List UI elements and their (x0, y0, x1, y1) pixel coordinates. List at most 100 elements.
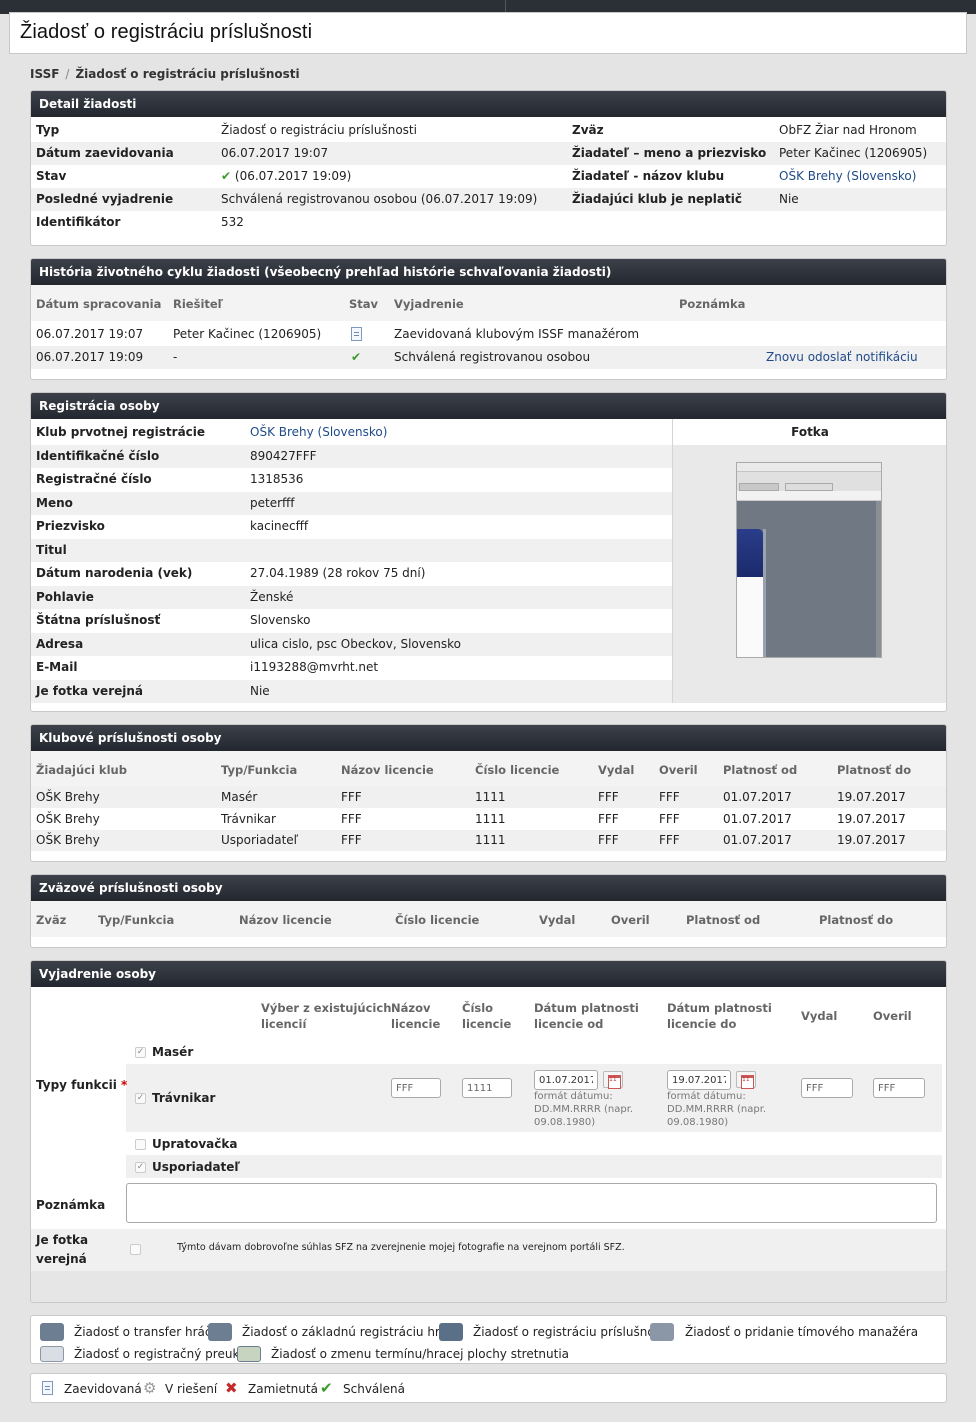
history-text: Schválená registrovanou osobou (394, 350, 591, 364)
table-cell: 01.07.2017 (723, 790, 792, 804)
column-header: Dátum spracovania (36, 297, 162, 311)
person-value: 27.04.1989 (28 rokov 75 dní) (250, 566, 426, 580)
table-cell: 1111 (475, 790, 506, 804)
detail-value: (06.07.2017 19:09) (234, 169, 352, 183)
detail-label: Žiadajúci klub je neplatič (572, 192, 742, 206)
table-cell: FFF (659, 811, 680, 826)
person-row: Je fotka verejná Nie (31, 679, 672, 703)
note-textarea[interactable] (126, 1183, 937, 1223)
person-row: Klub prvotnej registrácie OŠK Brehy (Slov… (31, 421, 672, 444)
person-row: Identifikačné číslo 890427FFF (31, 444, 672, 468)
card-icon (40, 1346, 64, 1362)
table-cell: FFF (659, 833, 680, 847)
detail-label: Zväz (572, 123, 604, 137)
breadcrumb-root[interactable]: ISSF (30, 67, 59, 81)
table-cell: Usporiadateľ (221, 833, 299, 847)
approved-check-icon: ✔ (221, 169, 232, 183)
detail-value: Schválená registrovanou osobou (06.07.20… (221, 192, 538, 206)
column-header: Platnosť do (837, 763, 912, 777)
table-row: 06.07.2017 19:07 Peter Kačinec (1206905) Z… (31, 323, 946, 346)
license-name-input[interactable] (391, 1078, 441, 1098)
table-cell: 19.07.2017 (837, 833, 906, 847)
club-memberships-panel: Klubové príslušnosti osoby Žiadajúci klu… (30, 724, 947, 862)
detail-label: Typ (36, 123, 60, 137)
license-number-input[interactable] (462, 1078, 512, 1098)
person-label: E-Mail (36, 660, 78, 674)
column-header: licencie do (667, 1017, 737, 1031)
table-cell: 1111 (475, 833, 506, 847)
club-link[interactable]: OŠK Brehy (Slovensko) (250, 421, 387, 444)
photo-public-label: Je fotka (36, 1233, 89, 1247)
person-row: Štátna príslušnosť Slovensko (31, 609, 672, 632)
column-header: Overil (659, 763, 698, 777)
person-row: Dátum narodenia (vek) 27.04.1989 (28 roko… (31, 562, 672, 585)
function-label: Upratovačka (152, 1137, 238, 1151)
person-row: Titul (31, 538, 672, 562)
person-label: Priezvisko (36, 519, 105, 533)
legend-label: Žiadosť o registráciu príslušnosti (473, 1325, 669, 1339)
calendar-icon[interactable] (736, 1071, 756, 1089)
function-checkbox-upratovacka[interactable] (135, 1139, 146, 1150)
calendar-icon[interactable] (603, 1071, 623, 1089)
column-header: Vydal (801, 1009, 838, 1023)
detail-value: 532 (221, 215, 244, 229)
verified-by-input[interactable] (873, 1078, 925, 1098)
club-header-row: Žiadajúci klub Typ/Funkcia Názov licencie Č… (31, 751, 946, 787)
column-header: Overil (611, 913, 650, 927)
person-value: Ženské (250, 589, 294, 604)
column-header: Stav (349, 297, 379, 311)
column-header: Platnosť od (723, 763, 798, 777)
function-checkbox-usporiadatel[interactable]: ✓ (135, 1162, 146, 1173)
table-row: 06.07.2017 19:09 - ✔ Schválená registrovano… (31, 346, 946, 369)
table-cell: 19.07.2017 (837, 811, 906, 826)
legend-label: V riešení (165, 1382, 218, 1396)
legend-label: Žiadosť o základnú registráciu hráča (242, 1325, 462, 1339)
column-header: Dátum platnosti (534, 1001, 639, 1015)
detail-value: Žiadosť o registráciu príslušnosti (221, 123, 417, 137)
history-date: 06.07.2017 19:07 (36, 327, 144, 341)
union-panel-header: Zväzové príslušnosti osoby (31, 875, 946, 901)
document-icon (42, 1381, 53, 1395)
applicant-club-link[interactable]: OŠK Brehy (Slovensko) (779, 165, 916, 188)
table-cell: OŠK Brehy (36, 811, 100, 826)
document-icon (351, 327, 362, 341)
table-cell: 01.07.2017 (723, 811, 792, 826)
person-row: Priezvisko kacinecfff (31, 515, 672, 538)
person-value: 890427FFF (250, 448, 317, 463)
breadcrumb-current: Žiadosť o registráciu príslušnosti (75, 67, 300, 81)
legend-label: Zamietnutá (248, 1382, 318, 1396)
person-row: Registračné číslo 1318536 (31, 468, 672, 491)
legend-label: Žiadosť o registračný preukaz (74, 1347, 253, 1361)
person-label: Klub prvotnej registrácie (36, 425, 206, 439)
valid-to-input[interactable] (667, 1070, 731, 1090)
column-header: Typ/Funkcia (98, 913, 175, 927)
team-manager-icon (650, 1323, 674, 1341)
person-label: Štátna príslušnosť (36, 613, 161, 627)
person-photo[interactable] (736, 462, 882, 658)
breadcrumb-separator: / (65, 67, 70, 81)
types-label: Typy funkcii * (36, 1078, 128, 1092)
table-cell: FFF (341, 833, 362, 847)
column-header: Číslo (462, 1001, 494, 1015)
transfer-icon (40, 1323, 64, 1341)
function-checkbox-travnikar[interactable]: ✓ (135, 1093, 146, 1104)
person-row: Meno peterfff (31, 491, 672, 515)
legend-label: Žiadosť o zmenu termínu/hracej plochy st… (271, 1347, 570, 1361)
issued-by-input[interactable] (801, 1078, 853, 1098)
detail-label: Posledné vyjadrenie (36, 192, 174, 206)
photo-box: Fotka (672, 419, 946, 703)
photo-consent-checkbox[interactable] (130, 1244, 141, 1255)
person-panel-header: Registrácia osoby (31, 393, 946, 419)
person-row: Pohlavie Ženské (31, 585, 672, 609)
breadcrumb: ISSF / Žiadosť o registráciu príslušnosti (30, 67, 300, 81)
check-icon: ✔ (351, 350, 362, 364)
detail-label: Identifikátor (36, 215, 121, 229)
valid-from-input[interactable] (534, 1070, 598, 1090)
history-date: 06.07.2017 19:09 (36, 350, 144, 364)
function-checkbox-maser[interactable]: ✓ (135, 1047, 146, 1058)
column-header: Výber z existujúcich (261, 1001, 392, 1015)
resend-notification-link[interactable]: Znovu odoslať notifikáciu (766, 346, 918, 369)
detail-label: Žiadateľ – meno a priezvisko (572, 146, 767, 160)
table-cell: 01.07.2017 (723, 833, 792, 847)
person-row: E-Mail i1193288@mvrht.net (31, 656, 672, 679)
